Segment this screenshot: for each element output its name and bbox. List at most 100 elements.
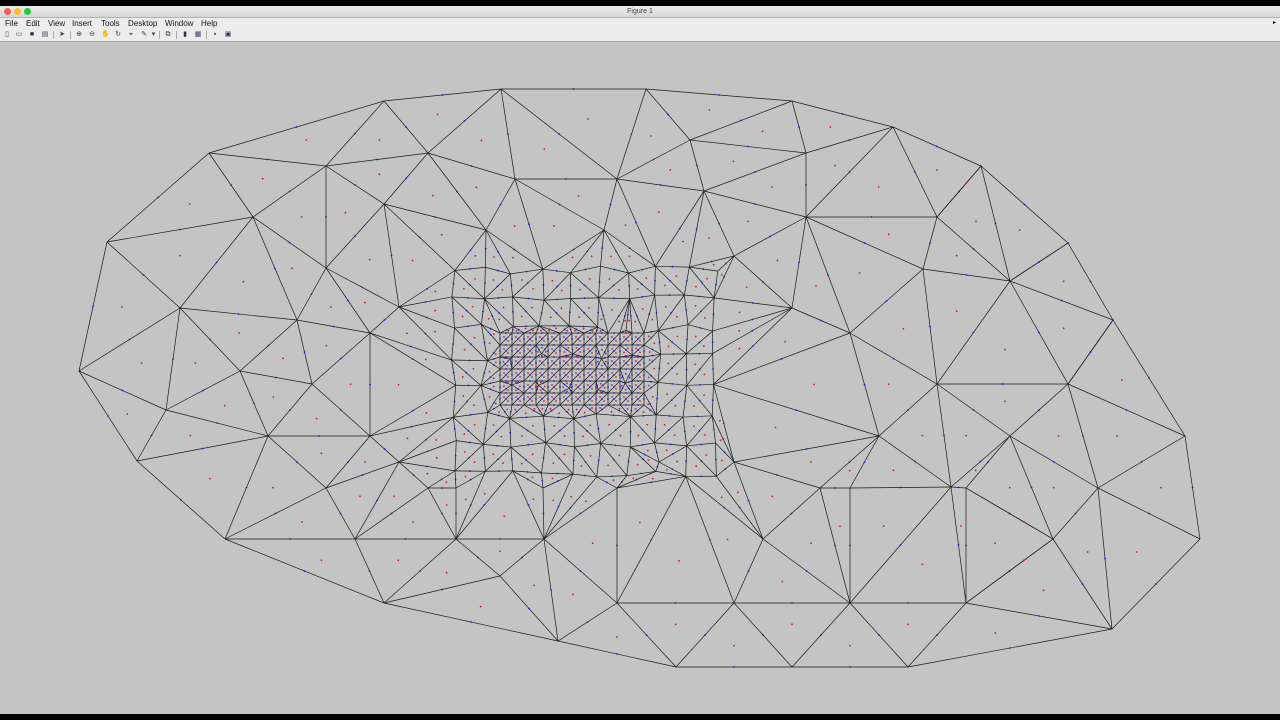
colorbar-icon[interactable]: ▮ [181, 31, 189, 39]
hide-tools-icon[interactable]: ▪ [211, 31, 219, 39]
edge-midpoint [635, 478, 638, 481]
edge-midpoint [1001, 383, 1004, 385]
edge-midpoint [274, 267, 276, 270]
triangle-centroid [502, 306, 505, 309]
edge-midpoint [578, 410, 580, 413]
print-icon[interactable]: ▤ [41, 31, 49, 39]
triangle-centroid [604, 360, 607, 363]
edge-midpoint [629, 314, 632, 317]
edge-midpoint [603, 351, 606, 353]
edge-midpoint [752, 302, 754, 304]
edge-midpoint [577, 348, 580, 351]
triangle-centroid [706, 277, 708, 280]
link-icon[interactable]: ⧉ [164, 31, 172, 39]
edge-midpoint [245, 486, 248, 489]
triangle-centroid [519, 352, 521, 354]
legend-icon[interactable]: ▦ [194, 31, 202, 39]
edge-midpoint [456, 190, 458, 193]
edge-midpoint [710, 260, 713, 263]
edge-midpoint [671, 367, 673, 370]
plot-canvas[interactable] [0, 42, 1280, 714]
triangle-centroid [539, 336, 541, 338]
edge-midpoint [288, 190, 291, 193]
edge-midpoint [354, 132, 356, 135]
menu-window[interactable]: Window [165, 18, 193, 29]
triangle-centroid [665, 449, 668, 452]
pan-icon[interactable]: ✋ [101, 31, 110, 39]
triangle-centroid [611, 360, 613, 362]
edge-midpoint [441, 94, 444, 96]
edge-midpoint [658, 341, 661, 344]
triangle-centroid [555, 376, 557, 378]
edge-midpoint [643, 374, 645, 376]
save-icon[interactable]: ■ [28, 31, 36, 39]
edge-midpoint [526, 429, 529, 432]
menu-file[interactable]: File [5, 18, 18, 29]
triangle-centroid [664, 306, 667, 308]
menu-desktop[interactable]: Desktop [128, 18, 157, 29]
edge-midpoint [723, 276, 725, 278]
new-figure-icon[interactable]: ▯ [3, 31, 11, 39]
edge-midpoint [541, 380, 543, 382]
edge-midpoint [584, 268, 587, 271]
rotate-icon[interactable]: ↻ [114, 31, 122, 39]
triangle-centroid [555, 400, 557, 402]
edge-midpoint [376, 158, 378, 161]
zoom-out-icon[interactable]: ⊖ [88, 31, 96, 39]
edge-midpoint [670, 311, 673, 314]
edge-midpoint [625, 392, 627, 394]
edge-midpoint [553, 362, 555, 364]
triangle-centroid [589, 424, 592, 427]
edge-midpoint [528, 223, 530, 226]
triangle-centroid [498, 318, 501, 321]
zoom-in-icon[interactable]: ⊕ [75, 31, 83, 39]
edge-midpoint [643, 398, 645, 400]
edge-midpoint [612, 414, 615, 417]
triangle-centroid [575, 347, 578, 349]
edge-midpoint [527, 297, 530, 300]
menu-overflow-icon[interactable]: ▸ [1273, 18, 1276, 29]
edge-midpoint [517, 356, 519, 358]
menu-view[interactable]: View [48, 18, 65, 29]
open-file-icon[interactable]: ▭ [15, 31, 23, 39]
edge-midpoint [507, 133, 509, 135]
edge-midpoint [577, 338, 579, 340]
menu-edit[interactable]: Edit [26, 18, 40, 29]
edge-midpoint [418, 236, 421, 239]
triangle-centroid [533, 407, 536, 410]
triangle-centroid [877, 186, 880, 188]
edge-midpoint [863, 242, 866, 244]
triangle-centroid [567, 376, 569, 378]
triangle-centroid [628, 319, 631, 322]
triangle-centroid [994, 542, 996, 545]
triangle-centroid [527, 336, 529, 338]
triangle-centroid [543, 376, 545, 378]
edge-midpoint [523, 386, 525, 388]
triangle-centroid [639, 376, 641, 378]
menu-help[interactable]: Help [201, 18, 217, 29]
edge-midpoint [650, 380, 652, 383]
triangle-centroid [461, 376, 464, 378]
menu-tools[interactable]: Tools [101, 18, 120, 29]
pointer-icon[interactable]: ➤ [58, 31, 66, 39]
triangle-centroid [625, 331, 627, 334]
chevron-down-icon[interactable]: ▾ [151, 31, 156, 39]
triangle-centroid [1160, 486, 1162, 489]
triangle-centroid [647, 376, 650, 379]
edge-midpoint [1023, 203, 1026, 206]
edge-midpoint [483, 398, 486, 400]
edge-midpoint [618, 409, 621, 412]
triangle-centroid [1086, 551, 1089, 553]
edge-midpoint [678, 227, 681, 230]
data-cursor-icon[interactable]: ⌖ [127, 31, 135, 39]
brush-icon[interactable]: ✎ [140, 31, 148, 39]
triangle-centroid [242, 280, 245, 283]
edge-midpoint [582, 325, 585, 328]
show-tools-icon[interactable]: ▣ [224, 31, 232, 39]
edge-midpoint [504, 363, 507, 365]
menu-insert[interactable]: Insert [72, 18, 92, 29]
edge-midpoint [589, 386, 591, 388]
edge-midpoint [555, 270, 558, 272]
triangle-centroid [708, 109, 711, 111]
triangle-centroid [882, 525, 885, 527]
